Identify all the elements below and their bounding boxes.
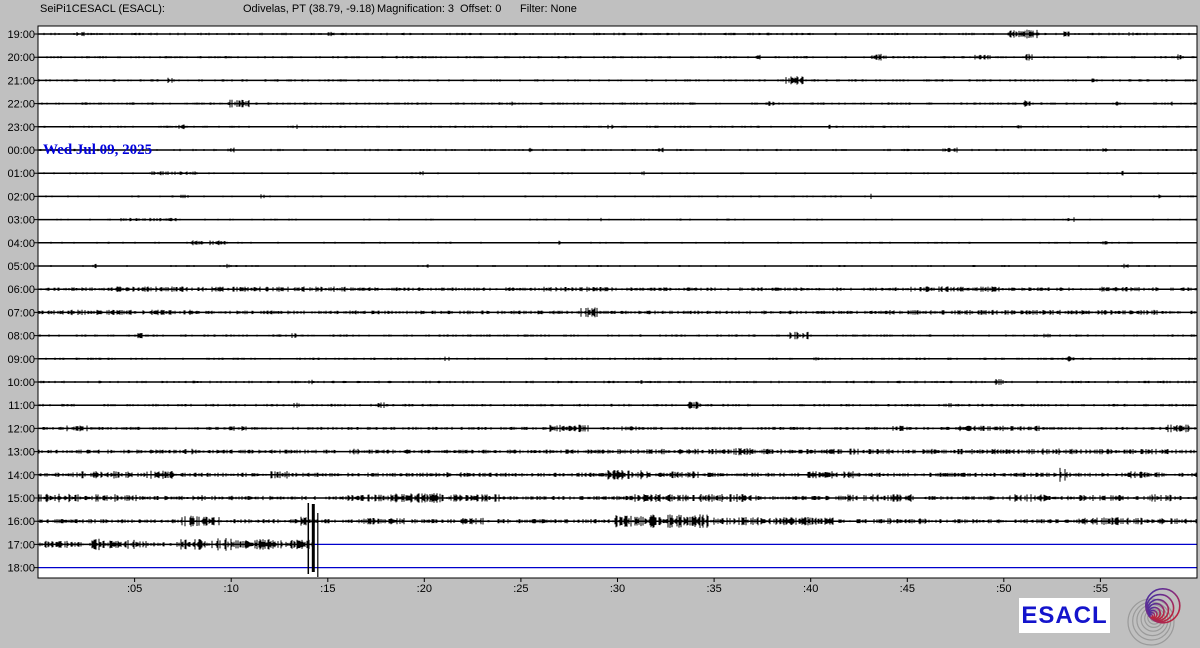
esacl-spiral-logo-icon [1122, 584, 1188, 648]
minute-label: :45 [900, 583, 915, 595]
hour-label: 19:00 [7, 29, 35, 41]
plot-background [38, 26, 1197, 578]
hour-label: 23:00 [7, 122, 35, 134]
hour-label: 09:00 [7, 354, 35, 366]
hour-label: 12:00 [7, 423, 35, 435]
hour-label: 15:00 [7, 493, 35, 505]
webicorder-page: { "header": { "station": "SeiPi1CESACL (… [0, 0, 1200, 648]
hour-label: 17:00 [7, 539, 35, 551]
minute-label: :35 [706, 583, 721, 595]
hour-label: 07:00 [7, 307, 35, 319]
hour-ticks [34, 34, 38, 568]
hour-label: 10:00 [7, 377, 35, 389]
hour-label: 00:00 [7, 145, 35, 157]
minute-label: :05 [127, 583, 142, 595]
hour-label: 04:00 [7, 238, 35, 250]
minute-label: :55 [1093, 583, 1108, 595]
minute-label: :30 [610, 583, 625, 595]
helicorder-plot: 19:00 20:00 21:00 22:00 23:00 00:00 01:00 02:00… [0, 0, 1200, 648]
hour-label: 03:00 [7, 215, 35, 227]
hour-label: 11:00 [8, 400, 35, 412]
hour-label: 05:00 [7, 261, 35, 273]
minute-label: :15 [320, 583, 335, 595]
minute-label: :20 [417, 583, 432, 595]
hour-label: 22:00 [7, 99, 35, 111]
hour-label: 18:00 [7, 563, 35, 575]
hour-label: 01:00 [7, 168, 35, 180]
hour-label: 16:00 [7, 516, 35, 528]
hour-label: 02:00 [7, 191, 35, 203]
date-label: Wed Jul 09, 2025 [43, 142, 152, 159]
hour-label: 06:00 [7, 284, 35, 296]
esacl-logo-text: ESACL [1019, 598, 1110, 633]
minute-label: :40 [803, 583, 818, 595]
hour-label: 20:00 [7, 52, 35, 64]
hour-label: 21:00 [7, 75, 35, 87]
minute-ticks [135, 578, 1101, 582]
hour-label: 13:00 [7, 447, 35, 459]
hour-label: 14:00 [7, 470, 35, 482]
minute-label: :50 [996, 583, 1011, 595]
minute-label: :10 [224, 583, 239, 595]
hour-label: 08:00 [7, 331, 35, 343]
minute-label: :25 [513, 583, 528, 595]
